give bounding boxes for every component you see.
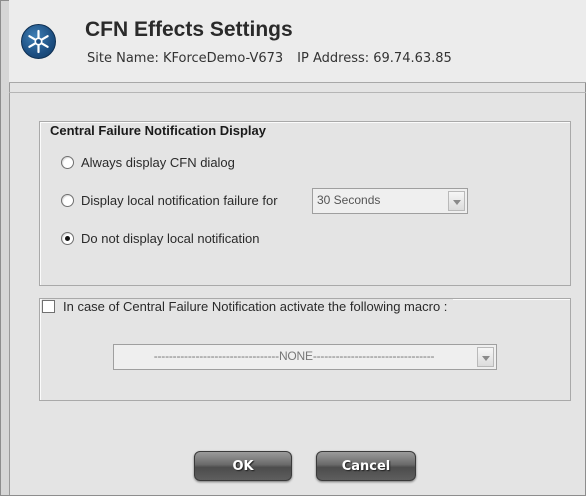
radio-button[interactable]	[61, 232, 74, 245]
cancel-button[interactable]: Cancel	[316, 451, 416, 481]
radio-always-display[interactable]: Always display CFN dialog	[61, 155, 235, 170]
snowflake-logo-icon	[21, 24, 56, 59]
radio-display-local-for[interactable]: Display local notification failure for	[61, 193, 278, 208]
site-name-label: Site Name: KForceDemo-V673	[87, 51, 284, 66]
macro-checkbox-row[interactable]: In case of Central Failure Notification …	[42, 299, 454, 314]
macro-checkbox[interactable]	[42, 300, 55, 313]
timeout-select-value: 30 Seconds	[317, 193, 381, 207]
radio-label: Display local notification failure for	[81, 193, 278, 208]
dialog-title: CFN Effects Settings	[85, 18, 293, 41]
radio-label: Always display CFN dialog	[81, 155, 235, 170]
radio-button[interactable]	[61, 194, 74, 207]
cfn-display-legend: Central Failure Notification Display	[47, 123, 269, 138]
radio-button[interactable]	[61, 156, 74, 169]
site-info: Site Name: KForceDemo-V673 IP Address: 69…	[87, 51, 452, 66]
chevron-down-icon[interactable]	[477, 347, 494, 367]
ok-button[interactable]: OK	[194, 451, 292, 481]
macro-checkbox-label: In case of Central Failure Notification …	[63, 299, 448, 314]
macro-select-value: ---------------------------------NONE---…	[153, 349, 435, 363]
chevron-down-icon[interactable]	[448, 191, 465, 211]
radio-do-not-display[interactable]: Do not display local notification	[61, 231, 260, 246]
macro-select[interactable]: ---------------------------------NONE---…	[113, 344, 497, 370]
timeout-select[interactable]: 30 Seconds	[312, 188, 468, 214]
header-divider	[9, 92, 586, 93]
radio-label: Do not display local notification	[81, 231, 260, 246]
ip-address-label: IP Address: 69.74.63.85	[297, 51, 452, 66]
dialog-header: CFN Effects Settings Site Name: KForceDe…	[9, 0, 586, 83]
